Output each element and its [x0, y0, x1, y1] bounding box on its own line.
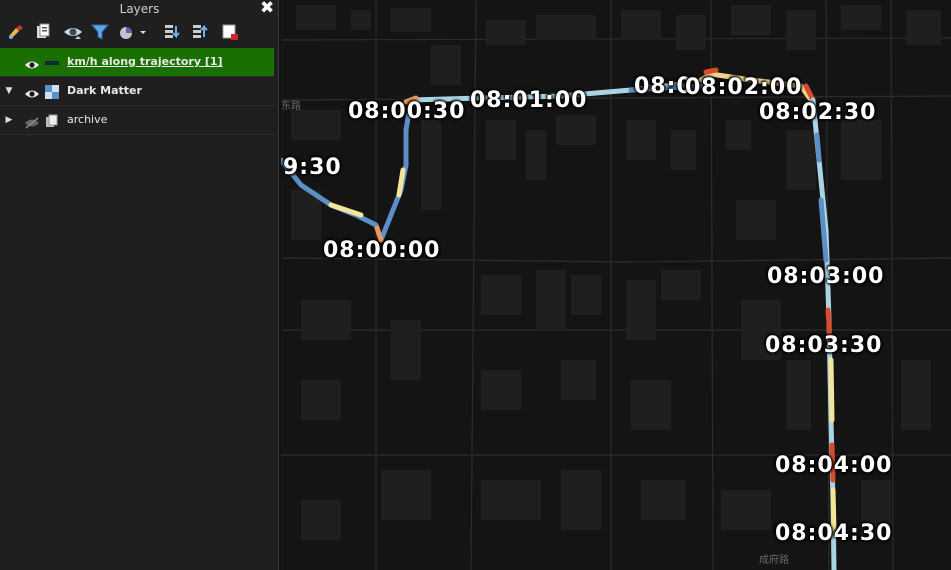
filter-legend-icon[interactable] [118, 22, 148, 42]
street-label: 东路 [281, 101, 301, 112]
time-label: 08:01:00 [470, 88, 588, 113]
layer-label-dark-matter: Dark Matter [67, 84, 142, 97]
eye-icon[interactable] [24, 56, 40, 69]
map-canvas[interactable]: 东路 成府路 9:30 08:00:00 08:00:30 08:01:00 0… [281, 0, 951, 570]
time-label: 08:00:30 [348, 99, 466, 124]
style-manager-icon[interactable] [6, 22, 26, 42]
remove-layer-icon[interactable] [220, 22, 240, 42]
line-symbol-icon [44, 55, 60, 69]
group-icon [44, 113, 60, 127]
time-label: 08:00:00 [323, 238, 441, 263]
time-label: 9:30 [283, 155, 342, 180]
street-label: 成府路 [759, 555, 789, 566]
layer-row-archive[interactable]: ▶ archive [0, 106, 274, 135]
layer-row-dark-matter[interactable]: ▼ Dark Matter [0, 77, 274, 106]
raster-tiles-icon [44, 84, 60, 99]
layers-panel: Layers ✖ km/h along trajectory [1] ▼ Dar… [0, 0, 279, 570]
layer-tree: km/h along trajectory [1] ▼ Dark Matter … [0, 48, 274, 135]
time-label: 08:03:00 [767, 264, 885, 289]
time-label: 08:04:30 [775, 521, 893, 546]
collapse-all-icon[interactable] [190, 22, 210, 42]
layer-label-trajectory: km/h along trajectory [1] [67, 55, 223, 68]
layer-label-archive: archive [67, 113, 108, 126]
layers-toolbar [0, 18, 279, 46]
close-panel-button[interactable]: ✖ [260, 0, 274, 17]
time-label: 08:03:30 [765, 333, 883, 358]
visibility-eye-icon[interactable] [63, 22, 83, 42]
filter-icon[interactable] [90, 22, 110, 42]
add-group-icon[interactable] [33, 22, 53, 42]
expand-arrow-icon[interactable]: ▶ [4, 115, 14, 125]
layer-row-trajectory[interactable]: km/h along trajectory [1] [0, 48, 274, 77]
eye-icon[interactable] [24, 85, 40, 98]
time-label: 08:04:00 [775, 453, 893, 478]
time-label: 08:02:00 [685, 75, 803, 100]
eye-hidden-icon[interactable] [24, 114, 40, 129]
expand-all-icon[interactable] [162, 22, 182, 42]
time-label: 08:02:30 [759, 100, 877, 125]
panel-title: Layers [119, 2, 160, 16]
time-label: 08:0 [634, 74, 693, 99]
collapse-arrow-icon[interactable]: ▼ [4, 86, 14, 96]
